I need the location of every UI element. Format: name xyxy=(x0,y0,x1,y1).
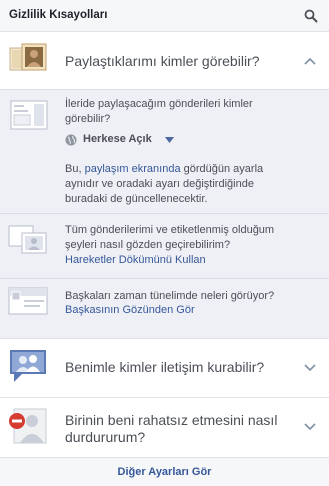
panel-header: Gizlilik Kısayolları xyxy=(0,0,329,32)
future-posts-icon xyxy=(10,100,48,130)
panel-title: Gizlilik Kısayolları xyxy=(9,9,108,21)
composer-link[interactable]: paylaşım ekranında xyxy=(85,163,181,175)
chevron-up-icon[interactable] xyxy=(304,57,316,65)
note-prefix: Bu, xyxy=(65,163,85,175)
activity-log-item: Tüm gönderilerimi ve etiketlenmiş olduğu… xyxy=(0,214,329,277)
activity-log-question: Tüm gönderilerimi ve etiketlenmiş olduğu… xyxy=(65,224,275,251)
chevron-down-icon[interactable] xyxy=(304,364,316,372)
search-icon[interactable] xyxy=(304,9,318,23)
section-who-can-contact[interactable]: Benimle kimler iletişim kurabilir? xyxy=(0,339,329,396)
section-title-line-2: durdururum? xyxy=(65,429,146,445)
audience-label: Herkese Açık xyxy=(83,133,152,145)
block-person-icon xyxy=(9,408,47,444)
section-title: Paylaştıklarımı kimler görebilir? xyxy=(65,53,260,69)
activity-log-link[interactable]: Hareketler Dökümünü Kullan xyxy=(65,253,295,268)
view-as-link[interactable]: Başkasının Gözünden Gör xyxy=(65,303,295,318)
more-settings-link[interactable]: Diğer Ayarları Gör xyxy=(118,466,212,478)
photo-frame-person-icon xyxy=(9,43,47,71)
view-as-item: Başkaları zaman tünelimde neleri görüyor… xyxy=(0,279,329,337)
chevron-down-icon[interactable] xyxy=(304,423,316,431)
panel-footer: Diğer Ayarları Gör xyxy=(0,457,329,486)
people-speech-icon xyxy=(10,350,46,382)
composer-note: Bu, paylaşım ekranında gördüğün ayarla a… xyxy=(65,162,295,207)
view-as-question: Başkaları zaman tünelimde neleri görüyor… xyxy=(65,290,275,302)
activity-log-icon xyxy=(8,225,47,254)
section-stop-bothering[interactable]: Birinin beni rahatsız etmesini nasıl dur… xyxy=(0,398,329,456)
globe-icon xyxy=(65,134,77,146)
future-posts-question: İleride paylaşacağım gönderileri kimler … xyxy=(65,98,253,125)
section-who-can-see[interactable]: Paylaştıklarımı kimler görebilir? xyxy=(0,33,329,89)
section-title: Benimle kimler iletişim kurabilir? xyxy=(65,359,265,375)
privacy-shortcuts-panel: Gizlilik Kısayolları Paylaştıklarımı kim… xyxy=(0,0,329,486)
caret-down-icon xyxy=(165,137,174,143)
timeline-view-icon xyxy=(8,287,48,315)
